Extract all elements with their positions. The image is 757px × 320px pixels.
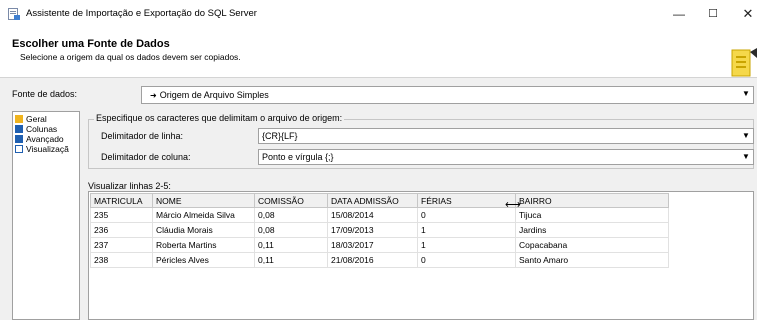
column-header[interactable]: FÉRIAS — [417, 193, 516, 208]
minimize-button[interactable]: — — [664, 4, 694, 24]
close-button[interactable]: ✕ — [733, 4, 757, 24]
row-delimiter-label: Delimitador de linha: — [101, 131, 184, 141]
table-cell: 0,11 — [254, 237, 328, 253]
flat-file-source-icon: ➜ — [150, 91, 157, 100]
table-cell: Cláudia Morais — [152, 222, 255, 238]
column-delimiter-label: Delimitador de coluna: — [101, 152, 191, 162]
data-source-combo[interactable]: ➜ Origem de Arquivo Simples ▼ — [141, 86, 754, 104]
app-icon — [8, 8, 20, 20]
table-cell: 236 — [90, 222, 153, 238]
nav-item-advanced[interactable]: Avançado — [15, 134, 64, 144]
preview-grid[interactable]: MATRICULA NOME COMISSÃO DATA ADMISSÃO FÉ… — [88, 191, 754, 320]
table-cell: 0,11 — [254, 252, 328, 268]
table-cell: 0,08 — [254, 222, 328, 238]
table-cell: 0,08 — [254, 207, 328, 223]
window-title: Assistente de Importação e Exportação do… — [26, 8, 257, 19]
wizard-header: Escolher uma Fonte de Dados Selecione a … — [0, 28, 757, 78]
title-bar: Assistente de Importação e Exportação do… — [0, 0, 757, 28]
nav-item-columns[interactable]: Colunas — [15, 124, 57, 134]
chevron-down-icon[interactable]: ▼ — [739, 150, 753, 164]
column-delimiter-combo[interactable]: Ponto e vírgula {;} ▼ — [258, 149, 754, 165]
table-cell: Copacabana — [515, 237, 669, 253]
column-header[interactable]: BAIRRO — [515, 193, 669, 208]
preview-page-icon — [15, 145, 23, 153]
table-cell: 18/03/2017 — [327, 237, 418, 253]
columns-page-icon — [15, 125, 23, 133]
table-cell: Péricles Alves — [152, 252, 255, 268]
table-row: 238 Péricles Alves 0,11 21/08/2016 0 San… — [90, 252, 669, 268]
table-cell: 17/09/2013 — [327, 222, 418, 238]
row-delimiter-value: {CR}{LF} — [262, 131, 298, 141]
table-cell: 0 — [417, 207, 516, 223]
table-cell: 1 — [417, 222, 516, 238]
column-resize-cursor-icon: ⟷ — [505, 199, 521, 211]
table-cell: Jardins — [515, 222, 669, 238]
delimiters-legend: Especifique os caracteres que delimitam … — [94, 113, 345, 123]
data-source-label: Fonte de dados: — [12, 89, 78, 99]
row-delimiter-combo[interactable]: {CR}{LF} ▼ — [258, 128, 754, 144]
data-source-value: Origem de Arquivo Simples — [159, 90, 269, 100]
table-cell: Roberta Martins — [152, 237, 255, 253]
nav-item-preview[interactable]: Visualizaçã — [15, 144, 69, 154]
nav-item-general[interactable]: Geral — [15, 114, 47, 124]
column-header[interactable]: DATA ADMISSÃO — [327, 193, 418, 208]
page-navigation: Geral Colunas Avançado Visualizaçã — [12, 111, 80, 320]
page-title: Escolher uma Fonte de Dados — [12, 38, 170, 50]
preview-table: MATRICULA NOME COMISSÃO DATA ADMISSÃO FÉ… — [90, 193, 669, 268]
table-cell: 15/08/2014 — [327, 207, 418, 223]
table-row: 236 Cláudia Morais 0,08 17/09/2013 1 Jar… — [90, 222, 669, 238]
wizard-banner-icon — [731, 48, 757, 77]
table-cell: 235 — [90, 207, 153, 223]
maximize-button[interactable]: ☐ — [698, 4, 728, 24]
table-cell: 21/08/2016 — [327, 252, 418, 268]
table-cell: 237 — [90, 237, 153, 253]
table-cell: 1 — [417, 237, 516, 253]
preview-rows-label: Visualizar linhas 2-5: — [88, 181, 171, 191]
table-row: 235 Márcio Almeida Silva 0,08 15/08/2014… — [90, 207, 669, 223]
page-subtitle: Selecione a origem da qual os dados deve… — [20, 52, 241, 62]
column-delimiter-value: Ponto e vírgula {;} — [262, 152, 334, 162]
table-cell: 238 — [90, 252, 153, 268]
general-page-icon — [15, 115, 23, 123]
table-header-row: MATRICULA NOME COMISSÃO DATA ADMISSÃO FÉ… — [90, 193, 669, 208]
table-cell: Tijuca — [515, 207, 669, 223]
advanced-page-icon — [15, 135, 23, 143]
column-header[interactable]: MATRICULA — [90, 193, 153, 208]
chevron-down-icon[interactable]: ▼ — [739, 87, 753, 101]
table-cell: Santo Amaro — [515, 252, 669, 268]
table-cell: Márcio Almeida Silva — [152, 207, 255, 223]
table-cell: 0 — [417, 252, 516, 268]
table-row: 237 Roberta Martins 0,11 18/03/2017 1 Co… — [90, 237, 669, 253]
chevron-down-icon[interactable]: ▼ — [739, 129, 753, 143]
column-header[interactable]: NOME — [152, 193, 255, 208]
column-header[interactable]: COMISSÃO — [254, 193, 328, 208]
